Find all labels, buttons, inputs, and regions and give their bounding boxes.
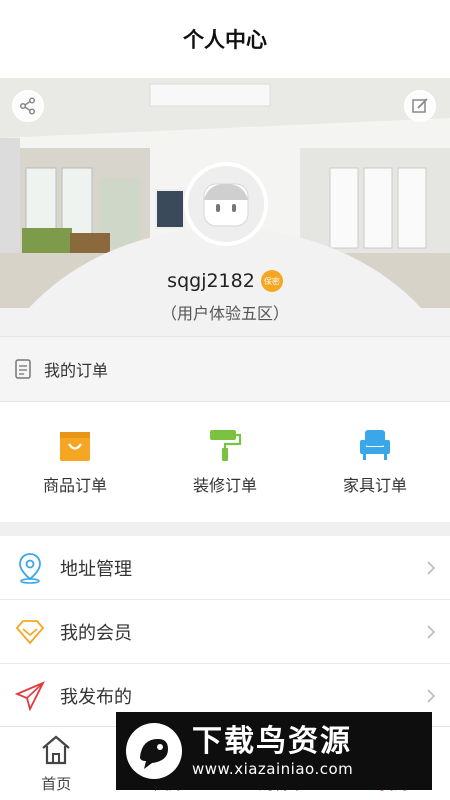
avatar[interactable] <box>184 162 268 246</box>
page-title: 个人中心 <box>183 28 267 52</box>
location-pin-icon <box>19 552 41 584</box>
goods-orders-label: 商品订单 <box>42 476 107 495</box>
diamond-icon <box>15 619 45 644</box>
home-icon <box>42 735 70 765</box>
chevron-right-icon <box>427 688 436 703</box>
settings-menu: 地址管理 我的会员 我发布的 <box>0 536 450 728</box>
armchair-icon <box>360 430 390 460</box>
tab-home[interactable]: 首页 <box>0 727 113 800</box>
chevron-right-icon <box>427 560 436 575</box>
furniture-orders-label: 家具订单 <box>342 476 407 495</box>
paint-roller-icon <box>210 430 242 461</box>
renovation-orders-button[interactable]: 装修订单 <box>150 402 300 522</box>
edit-icon <box>412 98 428 113</box>
watermark-overlay: 下载鸟资源 www.xiazainiao.com <box>116 712 432 790</box>
menu-item-label: 地址管理 <box>60 558 132 580</box>
menu-item-label: 我的会员 <box>60 622 132 644</box>
gender-badge: 保密 <box>260 270 283 292</box>
watermark-title: 下载鸟资源 <box>192 724 352 759</box>
menu-item-label: 我发布的 <box>60 686 132 708</box>
bird-logo-icon <box>126 723 182 779</box>
chevron-right-icon <box>427 624 436 639</box>
profile-hero: sqgj2182 保密 （用户体验五区） <box>0 78 450 336</box>
tab-label: 首页 <box>41 775 72 793</box>
share-icon <box>19 97 36 115</box>
section-divider <box>0 522 450 536</box>
menu-item-membership[interactable]: 我的会员 <box>0 600 450 664</box>
edit-profile-button[interactable] <box>404 90 436 122</box>
share-button[interactable] <box>12 90 44 122</box>
goods-orders-button[interactable]: 商品订单 <box>0 402 150 522</box>
my-orders-label: 我的订单 <box>44 361 109 380</box>
default-avatar-icon <box>203 183 249 227</box>
send-icon <box>15 680 45 711</box>
shopping-bag-icon <box>60 432 90 461</box>
menu-item-address[interactable]: 地址管理 <box>0 536 450 600</box>
watermark-url: www.xiazainiao.com <box>192 760 354 778</box>
username: sqgj2182 <box>167 270 255 292</box>
renovation-orders-label: 装修订单 <box>192 476 257 495</box>
top-title-bar: 个人中心 <box>0 0 450 78</box>
my-orders-row[interactable]: 我的订单 <box>0 336 450 402</box>
user-group: （用户体验五区） <box>160 304 289 323</box>
username-row: sqgj2182 保密 <box>0 270 450 292</box>
order-type-grid: 商品订单 装修订单 家具订单 <box>0 402 450 522</box>
document-icon <box>15 359 31 379</box>
furniture-orders-button[interactable]: 家具订单 <box>300 402 450 522</box>
